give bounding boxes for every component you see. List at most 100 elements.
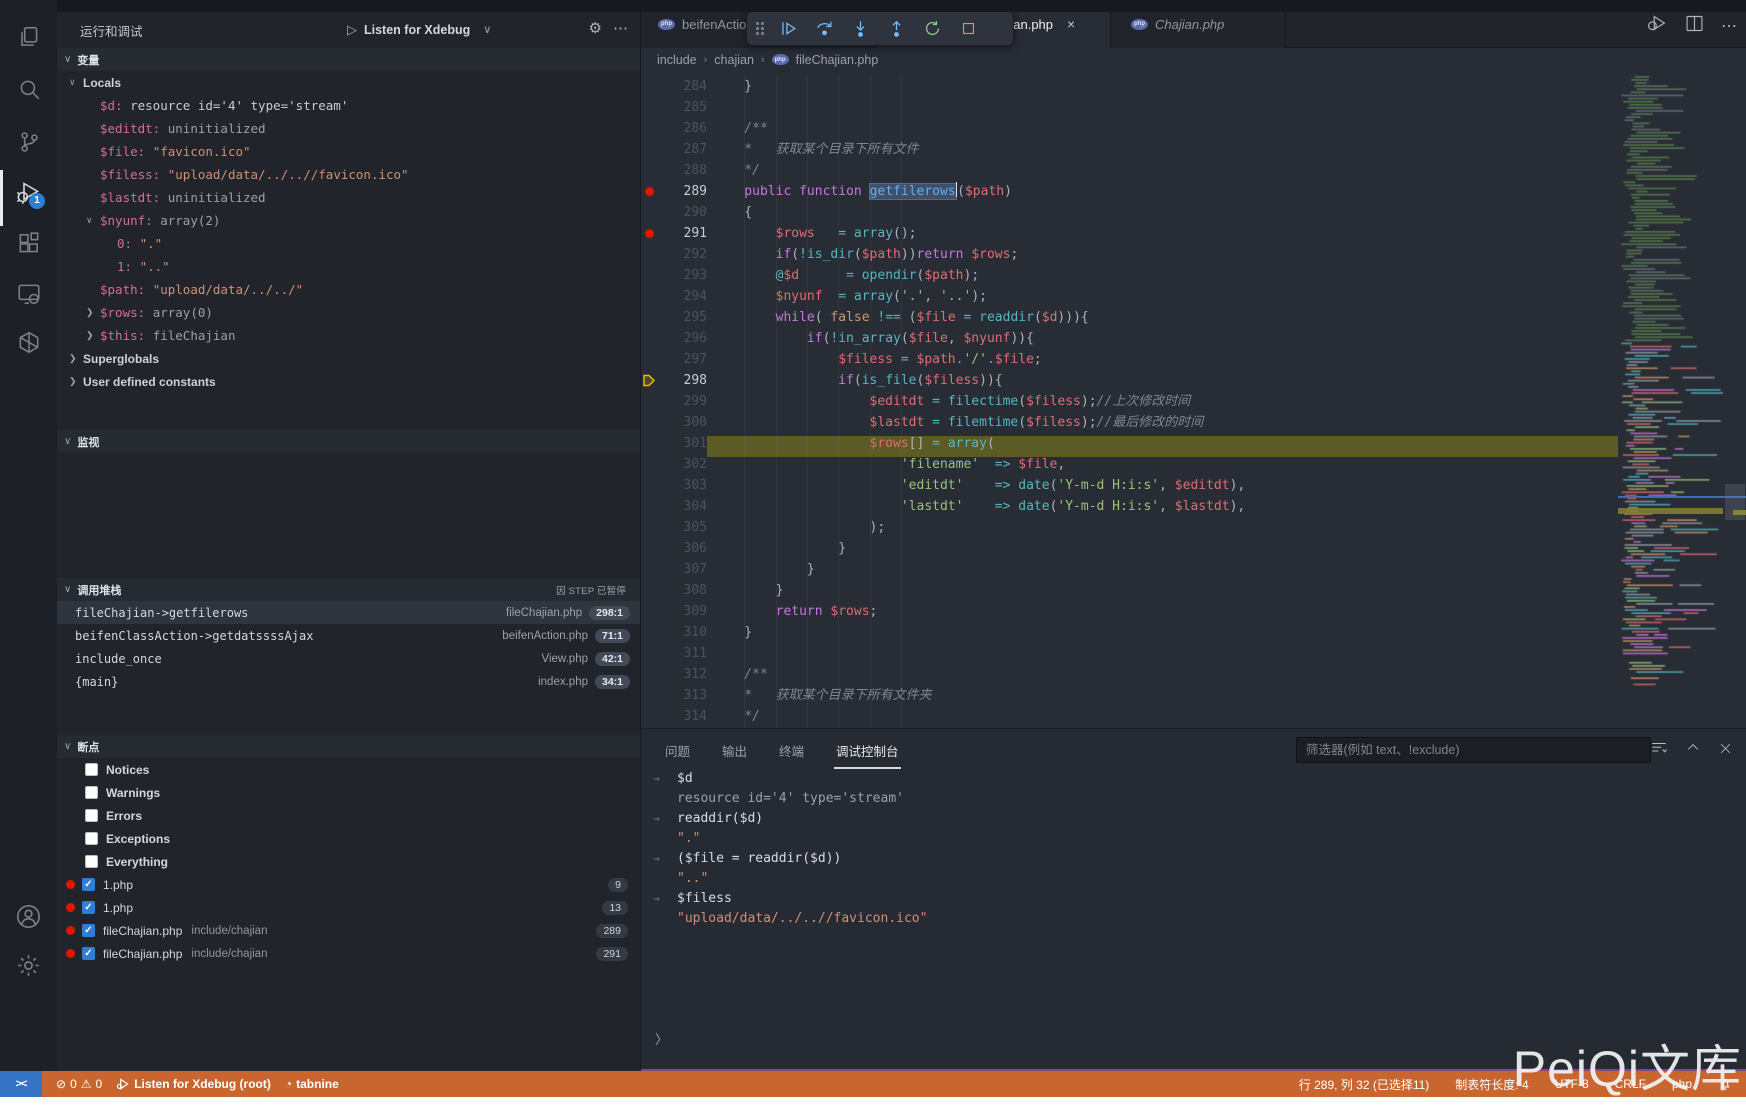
files-icon[interactable] [0,14,57,60]
tabnine-status[interactable]: ◔ tabnine [285,1077,339,1091]
bell-icon[interactable] [1718,1077,1732,1091]
breakpoint-dot[interactable] [645,229,654,238]
remote-explorer-icon[interactable] [0,271,57,317]
code-line-292[interactable]: 292 if(!is_dir($path))return $rows; [641,244,1746,265]
console-filter-input[interactable] [1297,738,1650,762]
panel-tab-调试控制台[interactable]: 调试控制台 [834,735,901,769]
code-line-294[interactable]: 294 $nyunf = array('.', '..'); [641,286,1746,307]
split-editor-icon[interactable] [1684,13,1705,39]
code-line-289[interactable]: 289 public function getfilerows($path) [641,181,1746,202]
breakpoint-toggle-everything[interactable]: Everything [57,850,640,873]
breadcrumb-file[interactable]: fileChajian.php [796,53,879,67]
breakpoint-toggle-exceptions[interactable]: Exceptions [57,827,640,850]
panel-tab-问题[interactable]: 问题 [663,735,692,769]
breakpoints-section-header[interactable]: ∨ 断点 [57,735,640,758]
start-debug-icon[interactable]: ▷ [347,22,357,38]
checkbox-unchecked[interactable] [85,809,98,822]
variable-row[interactable]: $lastdt: uninitialized [57,186,640,209]
launch-config-dropdown[interactable]: ▷ Listen for Xdebug ∨ [347,16,491,43]
debug-icon[interactable]: 1 [0,169,57,215]
variable-row[interactable]: ∨$nyunf: array(2) [57,209,640,232]
code-line-299[interactable]: 299 $editdt = filectime($filess);//上次修改时… [641,391,1746,412]
step-over-icon[interactable] [806,14,842,44]
checkbox-unchecked[interactable] [85,832,98,845]
breadcrumb-include[interactable]: include [657,53,697,67]
breakpoint-file-row[interactable]: ✓ fileChajian.phpinclude/chajian 291 [57,942,640,965]
code-line-304[interactable]: 304 'lastdt' => date('Y-m-d H:i:s', $las… [641,496,1746,517]
restart-icon[interactable] [914,14,950,44]
code-line-306[interactable]: 306 } [641,538,1746,559]
filter-lines-icon[interactable] [1650,739,1668,762]
code-line-308[interactable]: 308 } [641,580,1746,601]
code-line-305[interactable]: 305 ); [641,517,1746,538]
code-line-303[interactable]: 303 'editdt' => date('Y-m-d H:i:s', $edi… [641,475,1746,496]
breakpoint-toggle-notices[interactable]: Notices [57,758,640,781]
account-icon[interactable] [0,893,57,939]
panel-close-icon[interactable] [1718,741,1733,761]
views-more-icon[interactable]: ⋯ [613,19,628,37]
code-line-288[interactable]: 288 */ [641,160,1746,181]
step-out-icon[interactable] [878,14,914,44]
breadcrumb-chajian[interactable]: chajian [714,53,754,67]
toolbar-drag-handle[interactable] [753,22,767,35]
variable-row[interactable]: $editdt: uninitialized [57,117,640,140]
code-line-293[interactable]: 293 @$d = opendir($path); [641,265,1746,286]
checkbox-unchecked[interactable] [85,786,98,799]
variable-row[interactable]: ∨Locals [57,71,640,94]
search-icon[interactable] [0,67,57,113]
editor-more-icon[interactable]: ⋯ [1721,16,1737,36]
code-line-300[interactable]: 300 $lastdt = filemtime($filess);//最后修改的… [641,412,1746,433]
checkbox-unchecked[interactable] [85,855,98,868]
code-line-295[interactable]: 295 while( false !== ($file = readdir($d… [641,307,1746,328]
code-line-314[interactable]: 314 */ [641,706,1746,727]
breakpoint-toggle-warnings[interactable]: Warnings [57,781,640,804]
code-line-313[interactable]: 313 * 获取某个目录下所有文件夹 [641,685,1746,706]
variables-section-header[interactable]: ∨ 变量 [57,48,640,71]
callstack-section-header[interactable]: ∨ 调用堆栈 因 STEP 已暂停 [57,578,640,601]
remote-indicator[interactable]: >< [0,1071,42,1097]
code-line-291[interactable]: 291 $rows = array(); [641,223,1746,244]
breakpoint-file-row[interactable]: ✓ 1.php 9 [57,873,640,896]
variable-row[interactable]: $path: "upload/data/../../" [57,278,640,301]
editor-scrollbar[interactable] [1723,71,1746,728]
callstack-frame[interactable]: fileChajian->getfilerows fileChajian.php… [57,601,640,624]
variable-row[interactable]: ❯$this: fileChajian [57,324,640,347]
variable-row[interactable]: $file: "favicon.ico" [57,140,640,163]
console-filter-box[interactable] [1296,737,1651,763]
panel-tab-输出[interactable]: 输出 [720,735,749,769]
code-line-285[interactable]: 285 [641,97,1746,118]
code-line-310[interactable]: 310 } [641,622,1746,643]
watch-section-header[interactable]: ∨ 监视 [57,430,640,453]
language-status[interactable]: php [1672,1077,1692,1091]
close-tab-icon[interactable]: × [1067,16,1075,32]
breakpoint-file-row[interactable]: ✓ fileChajian.phpinclude/chajian 289 [57,919,640,942]
continue-icon[interactable] [770,14,806,44]
code-line-312[interactable]: 312 /** [641,664,1746,685]
settings-gear-icon[interactable] [0,942,57,988]
package-icon[interactable] [0,320,57,366]
code-line-284[interactable]: 284 } [641,76,1746,97]
checkbox-checked[interactable]: ✓ [82,878,95,891]
problems-status[interactable]: ⊘0 ⚠0 [56,1077,102,1091]
code-line-290[interactable]: 290 { [641,202,1746,223]
callstack-frame[interactable]: beifenClassAction->getdatssssAjax beifen… [57,624,640,647]
minimap[interactable] [1618,72,1723,727]
code-line-287[interactable]: 287 * 获取某个目录下所有文件 [641,139,1746,160]
encoding-status[interactable]: UTF-8 [1555,1077,1589,1091]
checkbox-checked[interactable]: ✓ [82,947,95,960]
variable-row[interactable]: 0: "." [57,232,640,255]
variable-row[interactable]: ❯User defined constants [57,370,640,393]
variable-row[interactable]: ❯$rows: array(0) [57,301,640,324]
code-line-286[interactable]: 286 /** [641,118,1746,139]
code-line-298[interactable]: 298 if(is_file($filess)){ [641,370,1746,391]
checkbox-checked[interactable]: ✓ [82,924,95,937]
code-line-309[interactable]: 309 return $rows; [641,601,1746,622]
tab-size-status[interactable]: 制表符长度: 4 [1455,1076,1528,1093]
run-debug-editor-icon[interactable] [1646,12,1668,39]
stop-icon[interactable] [950,14,986,44]
cursor-position-status[interactable]: 行 289, 列 32 (已选择11) [1299,1076,1430,1093]
callstack-frame[interactable]: include_once View.php42:1 [57,647,640,670]
breakpoint-toggle-errors[interactable]: Errors [57,804,640,827]
code-line-307[interactable]: 307 } [641,559,1746,580]
code-line-297[interactable]: 297 $filess = $path.'/'.$file; [641,349,1746,370]
